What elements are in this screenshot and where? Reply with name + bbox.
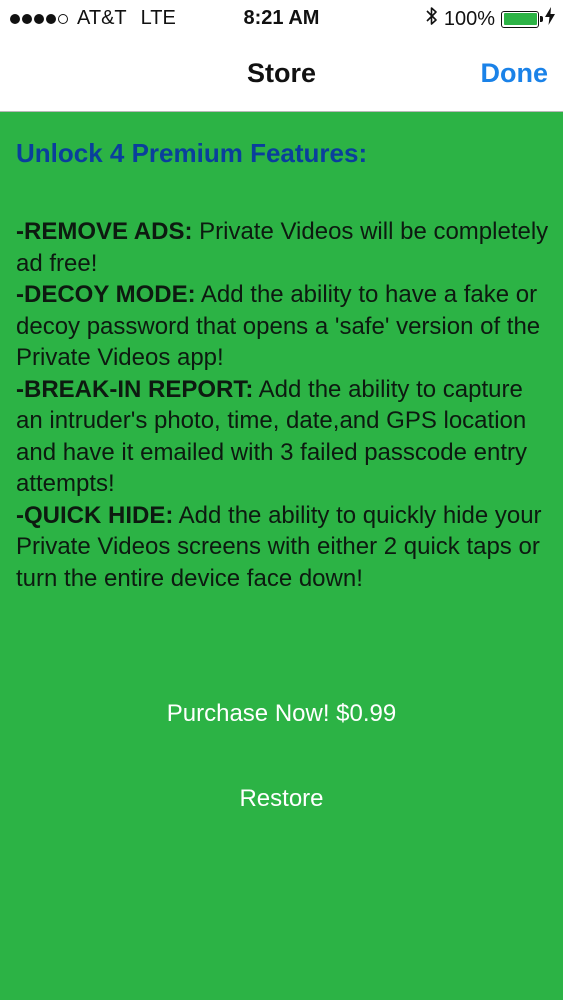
restore-button[interactable]: Restore	[0, 785, 563, 813]
feature-remove-ads: -REMOVE ADS: Private Videos will be comp…	[16, 216, 550, 279]
battery-icon	[501, 10, 543, 28]
battery-percentage: 100%	[443, 7, 495, 30]
feature-label: -BREAK-IN REPORT:	[16, 375, 254, 403]
store-content: Unlock 4 Premium Features: -REMOVE ADS: …	[16, 138, 550, 594]
feature-label: -DECOY MODE:	[16, 281, 196, 308]
bluetooth-icon	[426, 6, 438, 32]
feature-quick-hide: -QUICK HIDE: Add the ability to quickly …	[16, 500, 550, 595]
features-heading: Unlock 4 Premium Features:	[16, 138, 368, 168]
navigation-bar: AT&T LTE 8:21 AM 100% Store Done	[0, 0, 563, 112]
feature-decoy-mode: -DECOY MODE: Add the ability to have a f…	[16, 279, 550, 374]
feature-label: -QUICK HIDE:	[16, 501, 174, 529]
feature-break-in-report: -BREAK-IN REPORT: Add the ability to cap…	[16, 374, 550, 500]
status-right: 100%	[426, 6, 555, 32]
page-title: Store	[246, 58, 317, 88]
purchase-button[interactable]: Purchase Now! $0.99	[0, 700, 563, 728]
feature-label: -REMOVE ADS:	[16, 218, 193, 245]
battery-nub	[540, 15, 543, 22]
status-bar: AT&T LTE 8:21 AM 100%	[0, 0, 563, 38]
battery-fill	[503, 13, 537, 25]
charging-bolt-icon	[545, 7, 555, 31]
done-button[interactable]: Done	[481, 58, 549, 89]
